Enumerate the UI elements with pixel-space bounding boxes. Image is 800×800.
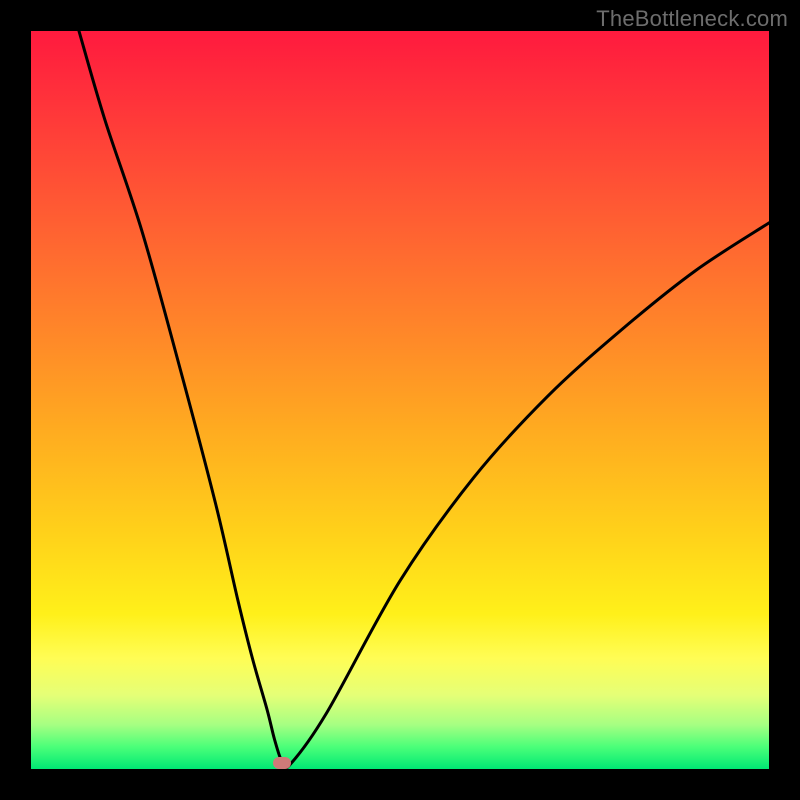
minimum-marker [273, 757, 291, 769]
plot-area [31, 31, 769, 769]
watermark-text: TheBottleneck.com [596, 6, 788, 32]
chart-frame: TheBottleneck.com [0, 0, 800, 800]
curve-svg [31, 31, 769, 769]
bottleneck-curve [79, 31, 769, 769]
